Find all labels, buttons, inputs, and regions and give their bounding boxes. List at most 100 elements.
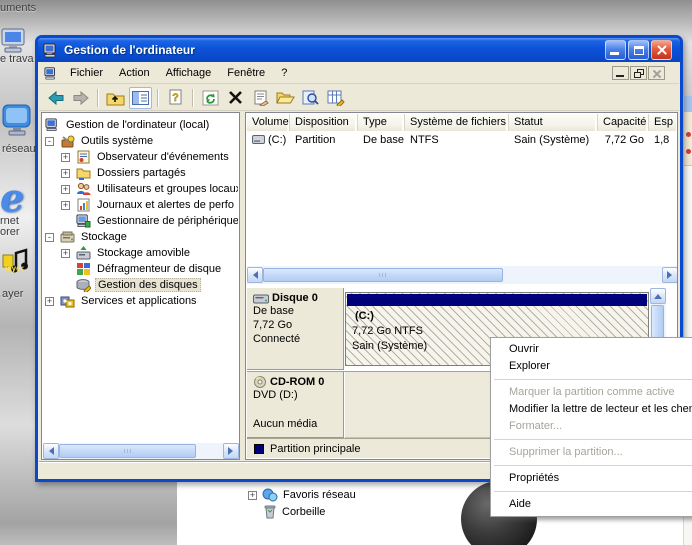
menu-item-aide[interactable]: Aide — [491, 496, 692, 513]
partition-context-menu: Ouvrir Explorer Marquer la partition com… — [490, 337, 692, 517]
computer-icon — [45, 118, 60, 132]
menu-item-formater[interactable]: Formater... — [491, 418, 692, 435]
help-icon[interactable]: ? — [164, 87, 187, 109]
cdrom-title: CD-ROM 0 — [270, 376, 324, 388]
tree-item-dossiers-partages[interactable]: + Dossiers partagés — [45, 165, 238, 181]
menu-item-modifier-lettre[interactable]: Modifier la lettre de lecteur et les che… — [491, 401, 692, 418]
tree-item-stockage[interactable]: - Stockage — [45, 229, 238, 245]
tree-item-services-applications[interactable]: + Services et applications — [45, 293, 238, 309]
window-title: Gestion de l'ordinateur — [64, 43, 195, 57]
header-systeme-fichiers[interactable]: Système de fichiers — [405, 114, 509, 131]
scroll-right-arrow[interactable] — [223, 443, 239, 459]
svg-text:?: ? — [172, 92, 179, 104]
scrollbar-thumb[interactable] — [263, 268, 503, 282]
menu-fenetre[interactable]: Fenêtre — [219, 65, 273, 81]
disk0-type: De base — [253, 304, 337, 318]
scroll-right-arrow[interactable] — [662, 267, 678, 283]
menu-item-marquer-active[interactable]: Marquer la partition comme active — [491, 384, 692, 401]
menu-action[interactable]: Action — [111, 65, 158, 81]
header-disposition[interactable]: Disposition — [290, 114, 358, 131]
header-type[interactable]: Type — [358, 114, 405, 131]
export-list-icon[interactable] — [324, 87, 347, 109]
back-icon[interactable] — [44, 87, 67, 109]
tree-item-computer-management[interactable]: Gestion de l'ordinateur (local) — [45, 117, 238, 133]
menu-item-supprimer-partition[interactable]: Supprimer la partition... — [491, 444, 692, 461]
statut-cell: Sain (Système) — [509, 133, 598, 147]
properties-icon[interactable] — [249, 87, 272, 109]
find-icon[interactable] — [299, 87, 322, 109]
cdrom-type: DVD (D:) — [253, 388, 337, 402]
explorer-item-corbeille[interactable]: Corbeille — [263, 504, 325, 519]
menu-fichier[interactable]: Fichier — [62, 65, 111, 81]
expand-plus-icon[interactable]: + — [61, 201, 70, 210]
scrollbar-thumb[interactable] — [59, 444, 196, 458]
expand-plus-icon[interactable]: + — [45, 297, 54, 306]
volume-row-c[interactable]: (C:) Partition De base NTFS Sain (Systèm… — [247, 131, 678, 148]
media-player-icon-text: layer — [5, 264, 24, 273]
collapse-minus-icon[interactable]: - — [45, 233, 54, 242]
menu-item-explorer[interactable]: Explorer — [491, 358, 692, 375]
disposition-cell: Partition — [290, 133, 358, 147]
internet-explorer-icon[interactable]: e — [0, 175, 24, 220]
tree-item-gestion-des-disques[interactable]: Gestion des disques — [45, 277, 238, 293]
forward-icon[interactable] — [69, 87, 92, 109]
mdi-restore-button[interactable] — [630, 66, 647, 80]
delete-icon[interactable] — [224, 87, 247, 109]
performance-logs-icon — [76, 198, 91, 212]
scroll-up-arrow[interactable] — [650, 288, 666, 304]
volume-icon — [252, 135, 265, 144]
storage-icon — [60, 230, 75, 244]
menu-item-proprietes[interactable]: Propriétés — [491, 470, 692, 487]
maximize-button[interactable] — [628, 40, 649, 60]
open-folder-icon[interactable] — [274, 87, 297, 109]
list-horizontal-scrollbar[interactable] — [247, 266, 678, 284]
espace-cell: 1,8 — [649, 133, 678, 147]
expand-plus-icon[interactable]: + — [61, 153, 70, 162]
primary-partition-color-swatch — [254, 444, 264, 454]
media-player-icon[interactable]: layer — [2, 247, 30, 277]
tree-item-defragmenteur[interactable]: Défragmenteur de disque — [45, 261, 238, 277]
disk0-info-box[interactable]: Disque 0 De base 7,72 Go Connecté — [247, 288, 344, 370]
close-button[interactable] — [651, 40, 672, 60]
system-tools-icon — [60, 134, 75, 148]
titlebar[interactable]: Gestion de l'ordinateur — [38, 38, 680, 62]
expand-plus-icon[interactable]: + — [248, 491, 257, 500]
header-capacite[interactable]: Capacité — [598, 114, 649, 131]
menu-aide[interactable]: ? — [273, 65, 295, 81]
header-volume[interactable]: Volume — [247, 114, 290, 131]
explorer-item-label: Corbeille — [282, 506, 325, 518]
cdrom-info-box[interactable]: CD-ROM 0 DVD (D:) Aucun média — [247, 372, 344, 438]
header-statut[interactable]: Statut — [509, 114, 598, 131]
menu-item-ouvrir[interactable]: Ouvrir — [491, 341, 692, 358]
tree-item-observateur-evenements[interactable]: + Observateur d'événements — [45, 149, 238, 165]
tree-item-stockage-amovible[interactable]: + Stockage amovible — [45, 245, 238, 261]
tree-item-gestionnaire-peripheriques[interactable]: Gestionnaire de périphérique — [45, 213, 238, 229]
shared-folders-icon — [76, 166, 91, 180]
menu-separator — [491, 435, 692, 444]
tree-item-utilisateurs-groupes[interactable]: + Utilisateurs et groupes locaux — [45, 181, 238, 197]
header-espace[interactable]: Esp — [649, 114, 678, 131]
menu-separator — [491, 375, 692, 384]
my-computer-icon[interactable] — [0, 28, 30, 54]
tree-item-outils-systeme[interactable]: - Outils système — [45, 133, 238, 149]
scroll-left-arrow[interactable] — [247, 267, 263, 283]
explorer-item-favoris-reseau[interactable]: + Favoris réseau — [248, 488, 356, 502]
menu-affichage[interactable]: Affichage — [158, 65, 220, 81]
mdi-minimize-button[interactable] — [612, 66, 629, 80]
expand-plus-icon[interactable]: + — [61, 185, 70, 194]
refresh-icon[interactable] — [199, 87, 222, 109]
expand-plus-icon[interactable]: + — [61, 169, 70, 178]
minimize-button[interactable] — [605, 40, 626, 60]
collapse-minus-icon[interactable]: - — [45, 137, 54, 146]
legend-label: Partition principale — [270, 443, 361, 455]
up-one-level-icon[interactable] — [104, 87, 127, 109]
expand-plus-icon[interactable]: + — [61, 249, 70, 258]
tree-item-journaux-alertes[interactable]: + Journaux et alertes de perfo — [45, 197, 238, 213]
show-hide-console-tree-icon[interactable] — [129, 87, 152, 109]
tree-horizontal-scrollbar[interactable] — [43, 443, 239, 459]
menu-separator — [491, 487, 692, 496]
scroll-left-arrow[interactable] — [43, 443, 59, 459]
network-places-icon[interactable] — [1, 103, 33, 139]
toolbar-separator — [157, 89, 159, 107]
mdi-close-button[interactable] — [648, 66, 665, 80]
